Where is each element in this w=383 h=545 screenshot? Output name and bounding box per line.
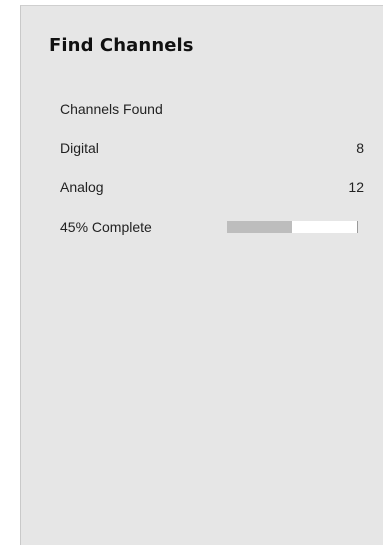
digital-channels-row: Digital 8	[60, 137, 366, 159]
analog-channels-row: Analog 12	[60, 176, 366, 198]
channels-found-label: Channels Found	[60, 101, 163, 117]
channels-found-header: Channels Found	[60, 98, 366, 120]
progress-bar-fill	[227, 221, 292, 233]
analog-count: 12	[348, 179, 364, 195]
progress-bar	[227, 221, 358, 233]
digital-count: 8	[356, 140, 364, 156]
analog-label: Analog	[60, 179, 104, 195]
find-channels-panel: Find Channels Channels Found Digital 8 A…	[20, 5, 383, 545]
progress-label: 45% Complete	[60, 219, 152, 235]
scan-progress-row: 45% Complete	[60, 216, 366, 238]
page-title: Find Channels	[49, 35, 194, 56]
digital-label: Digital	[60, 140, 99, 156]
